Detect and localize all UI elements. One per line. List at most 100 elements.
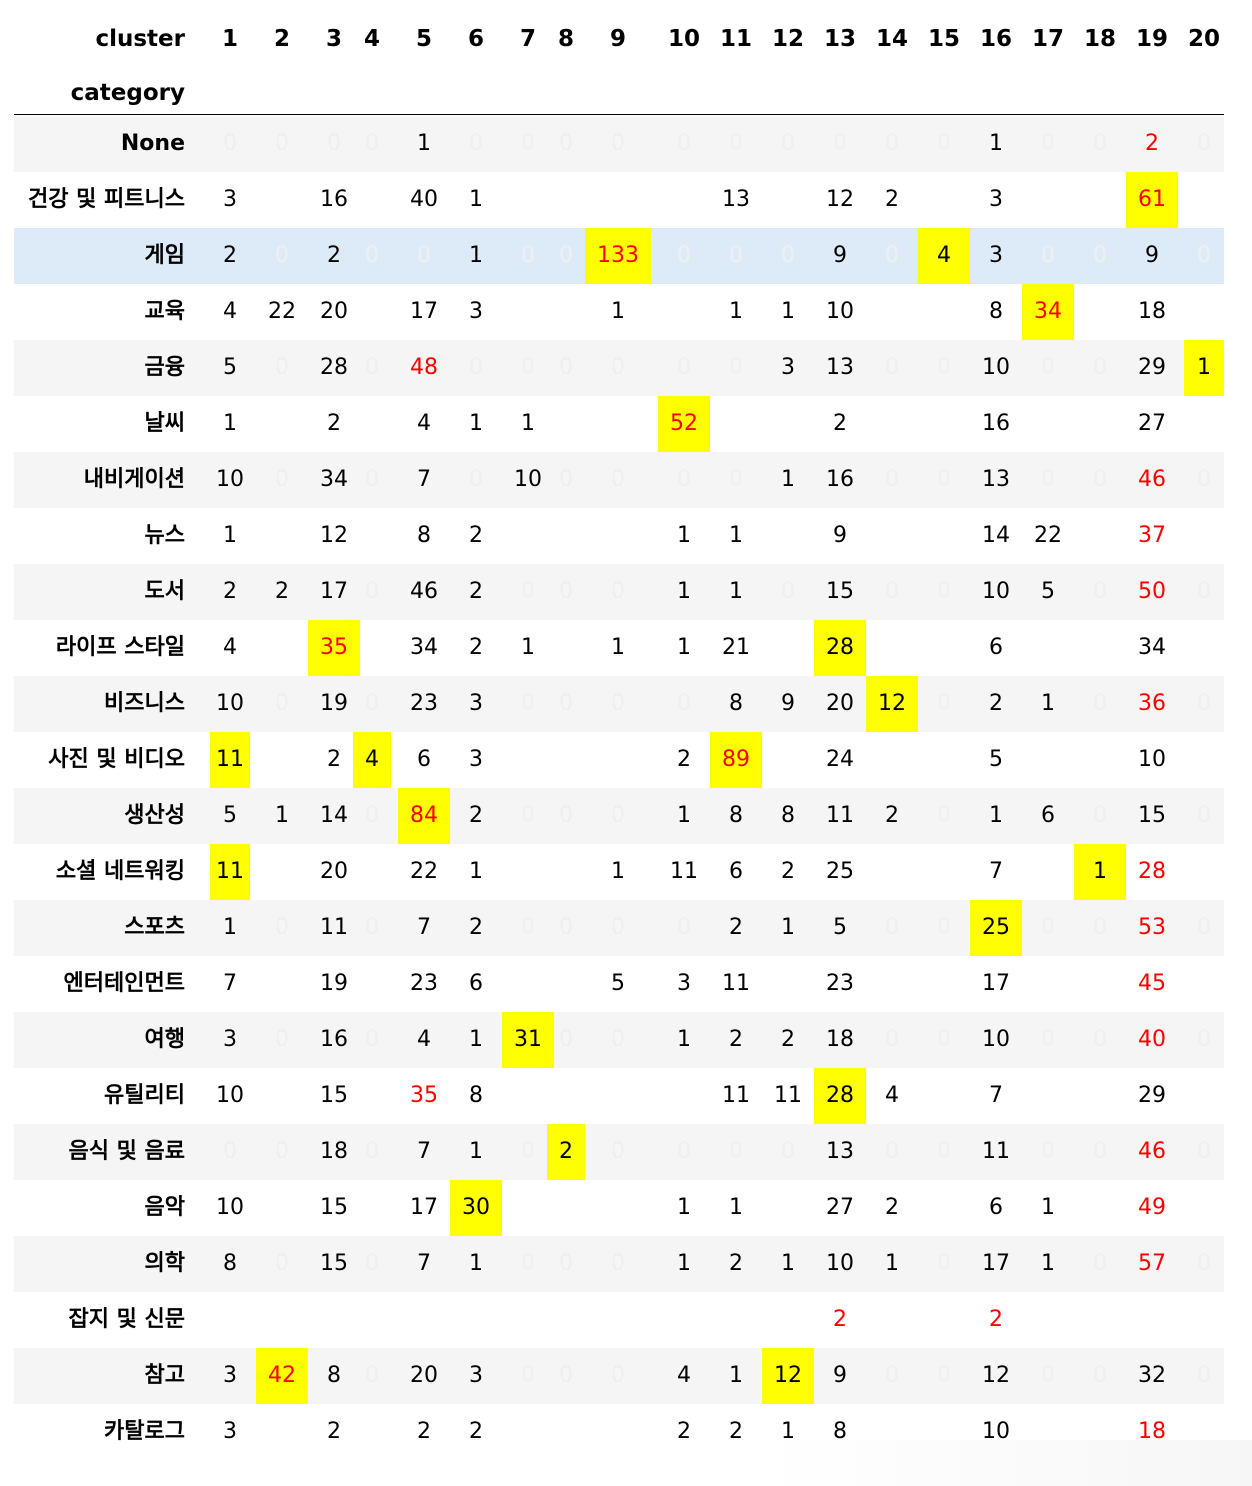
table-cell: 7 bbox=[417, 1139, 431, 1164]
table-cell: 16 bbox=[982, 411, 1010, 436]
table-cell: 2 bbox=[885, 1195, 899, 1220]
table-cell: 16 bbox=[826, 467, 854, 492]
table-cell: 2 bbox=[989, 1307, 1003, 1332]
table-cell: 2 bbox=[781, 859, 795, 884]
table-cell: 2 bbox=[275, 579, 289, 604]
table-cell bbox=[918, 844, 970, 900]
table-cell bbox=[585, 172, 651, 228]
column-header-8: 8 bbox=[557, 26, 574, 52]
table-cell: 0 bbox=[1093, 1027, 1107, 1052]
table-cell: 2 bbox=[417, 1419, 431, 1444]
table-cell: 29 bbox=[1138, 1083, 1166, 1108]
table-cell: 9 bbox=[1145, 243, 1159, 268]
table-cell bbox=[762, 396, 814, 452]
table-cell bbox=[547, 620, 585, 676]
column-header-13: 13 bbox=[823, 26, 856, 52]
table-cell bbox=[547, 956, 585, 1012]
table-cell: 42 bbox=[256, 1348, 308, 1404]
table-cell bbox=[256, 1404, 308, 1460]
table-cell: 0 bbox=[611, 579, 625, 604]
table-cell: 0 bbox=[365, 1251, 379, 1276]
table-cell: 22 bbox=[1034, 523, 1062, 548]
table-cell: 10 bbox=[1138, 747, 1166, 772]
table-cell: 0 bbox=[1197, 131, 1211, 156]
table-cell: 0 bbox=[1197, 1251, 1211, 1276]
column-header-6: 6 bbox=[467, 26, 484, 52]
table-cell bbox=[256, 1180, 308, 1236]
table-cell: 0 bbox=[885, 243, 899, 268]
table-cell: 0 bbox=[937, 915, 951, 940]
table-cell: 0 bbox=[1041, 915, 1055, 940]
table-cell: 0 bbox=[611, 691, 625, 716]
table-cell: 22 bbox=[268, 299, 296, 324]
table-cell bbox=[866, 844, 918, 900]
table-cell bbox=[762, 1180, 814, 1236]
table-cell: 0 bbox=[937, 1139, 951, 1164]
table-cell: 46 bbox=[410, 579, 438, 604]
table-cell bbox=[547, 1068, 585, 1124]
table-cell: 3 bbox=[469, 691, 483, 716]
table-cell: 4 bbox=[885, 1083, 899, 1108]
table-cell bbox=[1074, 284, 1126, 340]
table-cell: 0 bbox=[611, 131, 625, 156]
table-cell: 0 bbox=[1197, 691, 1211, 716]
column-header-20: 20 bbox=[1187, 26, 1220, 52]
table-cell: 7 bbox=[417, 1251, 431, 1276]
table-cell bbox=[762, 1292, 814, 1348]
table-cell: 22 bbox=[410, 859, 438, 884]
table-cell: 10 bbox=[216, 691, 244, 716]
table-cell: 1 bbox=[1074, 844, 1126, 900]
row-label: 유틸리티 bbox=[104, 1083, 185, 1108]
table-cell bbox=[1074, 396, 1126, 452]
table-cell: 0 bbox=[1041, 467, 1055, 492]
table-cell: 1 bbox=[223, 411, 237, 436]
table-cell bbox=[1074, 732, 1126, 788]
table-cell: 2 bbox=[885, 187, 899, 212]
table-cell: 23 bbox=[410, 971, 438, 996]
table-cell: 0 bbox=[1093, 803, 1107, 828]
table-cell: 2 bbox=[729, 1419, 743, 1444]
table-cell: 3 bbox=[223, 1419, 237, 1444]
table-cell: 52 bbox=[658, 396, 710, 452]
table-cell bbox=[585, 1180, 651, 1236]
table-cell: 53 bbox=[1138, 915, 1166, 940]
table-cell: 20 bbox=[410, 1363, 438, 1388]
table-cell: 0 bbox=[885, 1027, 899, 1052]
table-cell: 8 bbox=[223, 1251, 237, 1276]
row-label: 비즈니스 bbox=[104, 691, 185, 716]
table-cell: 21 bbox=[722, 635, 750, 660]
table-cell bbox=[918, 284, 970, 340]
table-cell: 0 bbox=[677, 1139, 691, 1164]
table-cell: 9 bbox=[781, 691, 795, 716]
row-label: 건강 및 피트니스 bbox=[28, 187, 185, 212]
table-cell bbox=[256, 1292, 308, 1348]
table-cell bbox=[1184, 284, 1224, 340]
table-cell: 0 bbox=[559, 803, 573, 828]
table-cell: 1 bbox=[469, 1139, 483, 1164]
table-cell: 1 bbox=[469, 411, 483, 436]
table-cell: 34 bbox=[410, 635, 438, 660]
row-label: 교육 bbox=[144, 299, 185, 324]
table-cell bbox=[710, 396, 762, 452]
table-cell bbox=[866, 620, 918, 676]
table-cell: 2 bbox=[833, 411, 847, 436]
table-cell bbox=[1022, 956, 1074, 1012]
table-cell: 0 bbox=[469, 467, 483, 492]
table-cell: 2 bbox=[885, 803, 899, 828]
table-cell: 4 bbox=[223, 299, 237, 324]
row-label: 내비게이션 bbox=[83, 467, 185, 492]
table-cell: 27 bbox=[1138, 411, 1166, 436]
table-cell: 0 bbox=[885, 355, 899, 380]
table-cell: 0 bbox=[1093, 131, 1107, 156]
table-cell bbox=[1074, 620, 1126, 676]
table-cell bbox=[353, 1180, 391, 1236]
table-cell: 0 bbox=[559, 467, 573, 492]
table-cell: 0 bbox=[611, 803, 625, 828]
table-cell: 5 bbox=[223, 355, 237, 380]
table-cell bbox=[1184, 1292, 1224, 1348]
table-cell: 0 bbox=[781, 579, 795, 604]
table-cell bbox=[585, 1068, 651, 1124]
column-header-18: 18 bbox=[1083, 26, 1116, 52]
table-cell: 17 bbox=[982, 971, 1010, 996]
table-cell: 0 bbox=[1093, 691, 1107, 716]
